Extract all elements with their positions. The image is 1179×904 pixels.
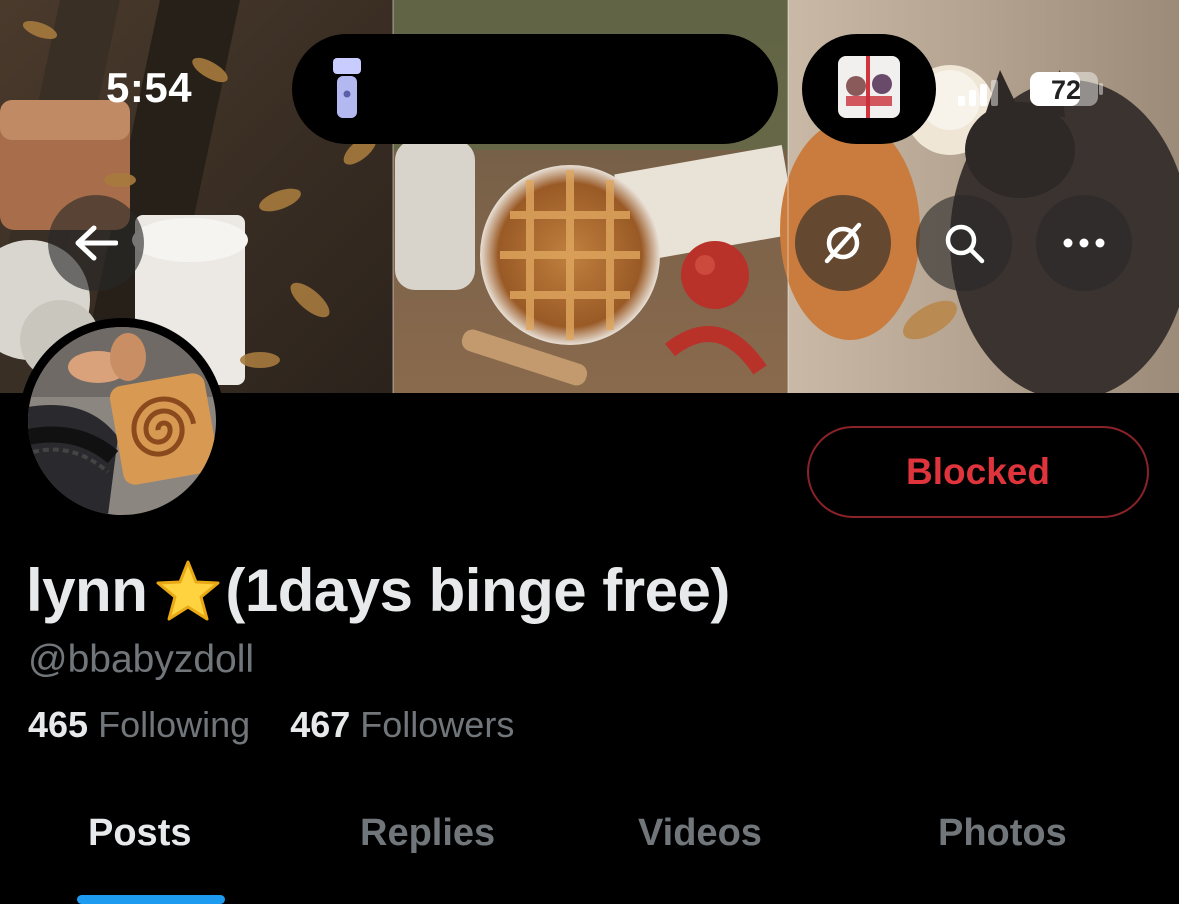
star-icon [156, 560, 220, 620]
flashlight-icon [333, 58, 361, 118]
active-tab-indicator [77, 895, 225, 904]
blocked-button[interactable]: Blocked [807, 426, 1149, 518]
back-button[interactable] [48, 195, 144, 291]
tab-posts[interactable]: Posts [88, 812, 191, 855]
following-label: Following [98, 704, 251, 745]
grok-button[interactable] [795, 195, 891, 291]
avatar[interactable] [19, 318, 225, 524]
back-arrow-icon [75, 225, 118, 261]
more-icon [1063, 238, 1105, 248]
followers-link[interactable]: 467 Followers [290, 704, 514, 746]
status-time: 5:54 [106, 64, 193, 111]
tab-replies[interactable]: Replies [360, 812, 495, 855]
grok-icon [824, 222, 862, 264]
tab-photos[interactable]: Photos [938, 812, 1067, 855]
avatar-image [28, 327, 216, 515]
search-icon [945, 224, 985, 264]
display-name-suffix: (1days binge free) [225, 557, 730, 624]
followers-count: 467 [290, 704, 351, 745]
search-button[interactable] [916, 195, 1012, 291]
live-activity-thumbnail [838, 56, 900, 118]
follow-stats: 465 Following 467 Followers [28, 704, 544, 746]
battery-percentage: 72 [1050, 75, 1082, 105]
tab-videos[interactable]: Videos [638, 812, 762, 855]
display-name: lynn (1days binge free) [26, 556, 730, 625]
cellular-signal-icon [958, 80, 998, 106]
following-link[interactable]: 465 Following [28, 704, 250, 746]
display-name-text: lynn [26, 557, 148, 624]
profile-handle: @bbabyzdoll [28, 638, 255, 681]
following-count: 465 [28, 704, 89, 745]
followers-label: Followers [360, 704, 515, 745]
more-button[interactable] [1036, 195, 1132, 291]
